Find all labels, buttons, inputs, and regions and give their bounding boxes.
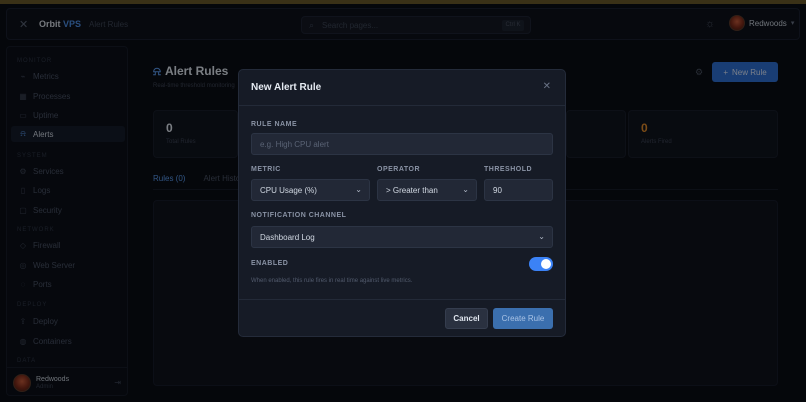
chevron-down-icon: ⌄: [538, 232, 545, 241]
cancel-button[interactable]: Cancel: [445, 308, 488, 329]
modal-footer-divider: [239, 299, 565, 300]
metric-label: METRIC: [251, 166, 281, 173]
chevron-down-icon: ⌄: [462, 185, 469, 194]
modal-title: New Alert Rule: [251, 82, 322, 93]
toggle-knob: [541, 259, 551, 269]
modal-header: New Alert Rule ✕: [239, 70, 565, 106]
notification-channel-label: NOTIFICATION CHANNEL: [251, 212, 347, 219]
threshold-label: THRESHOLD: [484, 166, 533, 173]
chevron-down-icon: ⌄: [355, 185, 362, 194]
close-icon[interactable]: ✕: [543, 81, 551, 92]
metric-select[interactable]: CPU Usage (%) ⌄: [251, 179, 370, 201]
operator-label: OPERATOR: [377, 166, 421, 173]
enabled-toggle[interactable]: [529, 257, 553, 271]
new-alert-rule-dialog: New Alert Rule ✕ RULE NAME e.g. High CPU…: [238, 69, 566, 337]
create-rule-button[interactable]: Create Rule: [493, 308, 553, 329]
rule-name-input[interactable]: e.g. High CPU alert: [251, 133, 553, 155]
enabled-hint: When enabled, this rule fires in real ti…: [251, 278, 413, 284]
notification-channel-select[interactable]: Dashboard Log ⌄: [251, 226, 553, 248]
rule-name-label: RULE NAME: [251, 121, 298, 128]
operator-select[interactable]: > Greater than ⌄: [377, 179, 477, 201]
enabled-label: ENABLED: [251, 260, 289, 267]
threshold-input[interactable]: 90: [484, 179, 553, 201]
